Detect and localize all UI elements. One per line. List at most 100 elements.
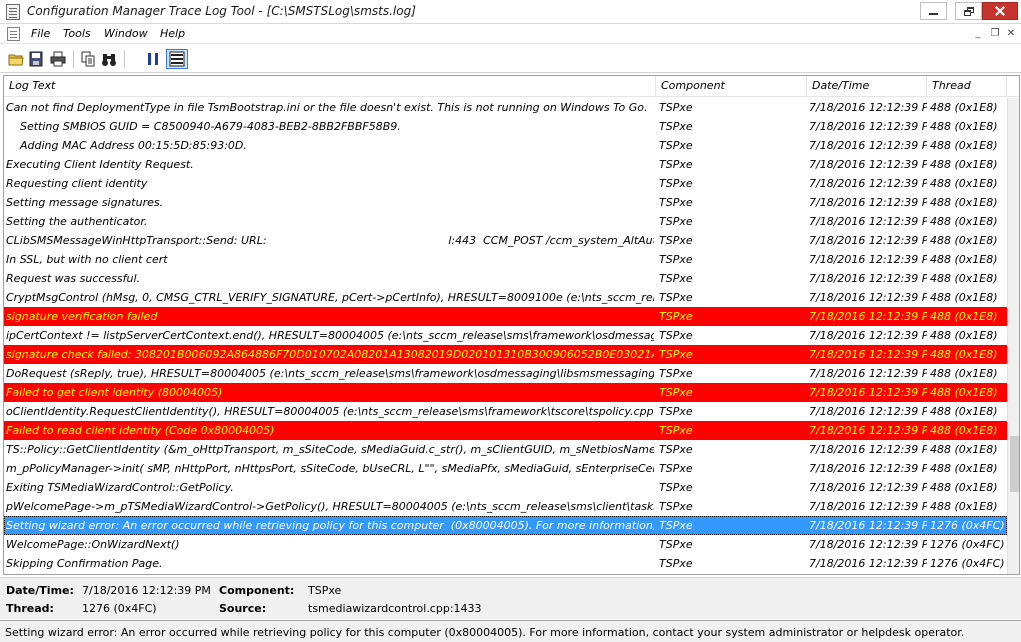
- details-pane: Date/Time: 7/18/2016 12:12:39 PM Compone…: [0, 577, 1021, 619]
- datetime-cell: 7/18/2016 12:12:39 PM: [809, 538, 927, 551]
- menu-file[interactable]: File: [31, 27, 50, 40]
- log-row[interactable]: Adding MAC Address 00:15:5D:85:93:0D. TSP…: [4, 136, 1007, 155]
- column-header-datetime[interactable]: Date/Time: [807, 76, 927, 97]
- component-cell: TSPxe: [659, 158, 693, 171]
- datetime-cell: 7/18/2016 12:12:39 PM: [809, 120, 927, 133]
- error-lines-toggle[interactable]: [166, 49, 188, 69]
- log-row[interactable]: Setting SMBIOS GUID = C8500940-A679-4083…: [4, 117, 1007, 136]
- log-text-cell: ipCertContext != listpServerCertContext.…: [6, 329, 654, 342]
- datetime-cell: 7/18/2016 12:12:39 PM: [809, 348, 927, 361]
- toolbar-separator: [73, 50, 74, 68]
- component-cell: TSPxe: [659, 386, 693, 399]
- log-row[interactable]: Requesting client identity TSPxe 7/18/2016…: [4, 174, 1007, 193]
- log-row[interactable]: pWelcomePage->m_pTSMediaWizardControl->G…: [4, 497, 1007, 516]
- restore-button[interactable]: [955, 2, 982, 20]
- trace-log-app-icon[interactable]: [6, 4, 20, 20]
- child-minimize-button[interactable]: _: [971, 27, 985, 40]
- log-row[interactable]: WelcomePage::OnWizardNext() TSPxe 7/18/201…: [4, 535, 1007, 554]
- child-restore-button[interactable]: ❐: [988, 27, 1002, 40]
- log-text-cell: Can not find DeploymentType in file TsmB…: [6, 101, 648, 114]
- menu-window[interactable]: Window: [104, 27, 148, 40]
- log-text-cell: Request was successful.: [6, 272, 141, 285]
- datetime-cell: 7/18/2016 12:12:39 PM: [809, 405, 927, 418]
- log-row[interactable]: Skipping Confirmation Page. TSPxe 7/18/201…: [4, 554, 1007, 573]
- component-cell: TSPxe: [659, 120, 693, 133]
- thread-cell: 488 (0x1E8): [930, 196, 998, 209]
- scrollbar-thumb[interactable]: [1010, 436, 1019, 492]
- copy-icon: [81, 51, 95, 67]
- datetime-cell: 7/18/2016 12:12:39 PM: [809, 443, 927, 456]
- log-row-error[interactable]: signature verification failed TSPxe 7/18/2…: [4, 307, 1007, 326]
- datetime-cell: 7/18/2016 12:12:39 PM: [809, 215, 927, 228]
- detail-source-label: Source:: [219, 602, 267, 615]
- log-row-error[interactable]: signature check failed: 308201B006092A86…: [4, 345, 1007, 364]
- component-cell: TSPxe: [659, 139, 693, 152]
- log-row[interactable]: m_pPolicyManager->init( sMP, nHttpPort, …: [4, 459, 1007, 478]
- vertical-scrollbar[interactable]: [1007, 98, 1019, 574]
- minimize-icon: [929, 13, 938, 15]
- log-row[interactable]: Exiting TSMediaWizardControl::GetPolicy.…: [4, 478, 1007, 497]
- column-header-log-text[interactable]: Log Text: [4, 76, 656, 97]
- log-row-selected[interactable]: Setting wizard error: An error occurred …: [4, 516, 1007, 535]
- copy-button[interactable]: [79, 50, 97, 68]
- datetime-cell: 7/18/2016 12:12:39 PM: [809, 291, 927, 304]
- log-text-cell: CLibSMSMessageWinHttpTransport::Send: UR…: [6, 234, 654, 247]
- log-row-error[interactable]: Failed to read client identity (Code 0x8…: [4, 421, 1007, 440]
- log-row[interactable]: In SSL, but with no client cert TSPxe 7/18…: [4, 250, 1007, 269]
- log-row-error[interactable]: Failed to get client identity (80004005)…: [4, 383, 1007, 402]
- component-cell: TSPxe: [659, 272, 693, 285]
- log-row[interactable]: Request was successful. TSPxe 7/18/2016 12…: [4, 269, 1007, 288]
- menu-tools[interactable]: Tools: [63, 27, 91, 40]
- log-row[interactable]: CryptMsgControl (hMsg, 0, CMSG_CTRL_VERI…: [4, 288, 1007, 307]
- log-row[interactable]: TS::Policy::GetClientIdentity (&m_oHttpT…: [4, 440, 1007, 459]
- open-button[interactable]: [7, 50, 25, 68]
- log-row[interactable]: Executing Client Identity Request. TSPxe 7…: [4, 155, 1007, 174]
- thread-cell: 488 (0x1E8): [930, 348, 998, 361]
- log-row[interactable]: CLibSMSMessageWinHttpTransport::Send: UR…: [4, 231, 1007, 250]
- thread-cell: 488 (0x1E8): [930, 386, 998, 399]
- thread-cell: 1276 (0x4FC): [930, 538, 1005, 551]
- pause-button[interactable]: [144, 50, 162, 68]
- component-cell: TSPxe: [659, 424, 693, 437]
- close-button[interactable]: [982, 2, 1018, 20]
- find-button[interactable]: [100, 50, 118, 68]
- open-folder-icon: [8, 54, 24, 66]
- datetime-cell: 7/18/2016 12:12:39 PM: [809, 234, 927, 247]
- log-text-cell: signature check failed: 308201B006092A86…: [6, 348, 654, 361]
- log-row[interactable]: Setting message signatures. TSPxe 7/18/201…: [4, 193, 1007, 212]
- log-row[interactable]: oClientIdentity.RequestClientIdentity(),…: [4, 402, 1007, 421]
- component-cell: TSPxe: [659, 234, 693, 247]
- log-row[interactable]: DoRequest (sReply, true), HRESULT=800040…: [4, 364, 1007, 383]
- column-header-component[interactable]: Component: [656, 76, 807, 97]
- component-cell: TSPxe: [659, 481, 693, 494]
- print-button[interactable]: [49, 50, 67, 68]
- menu-help[interactable]: Help: [160, 27, 185, 40]
- log-row[interactable]: Setting the authenticator. TSPxe 7/18/2016…: [4, 212, 1007, 231]
- column-header-thread[interactable]: Thread: [927, 76, 1007, 97]
- thread-cell: 488 (0x1E8): [930, 329, 998, 342]
- minimize-button[interactable]: [920, 2, 947, 20]
- thread-cell: 488 (0x1E8): [930, 367, 998, 380]
- datetime-cell: 7/18/2016 12:12:39 PM: [809, 424, 927, 437]
- datetime-cell: 7/18/2016 12:12:39 PM: [809, 139, 927, 152]
- log-text-cell: Adding MAC Address 00:15:5D:85:93:0D.: [6, 139, 247, 152]
- log-row[interactable]: ipCertContext != listpServerCertContext.…: [4, 326, 1007, 345]
- thread-cell: 488 (0x1E8): [930, 215, 998, 228]
- log-text-cell: Failed to get client identity (80004005): [6, 386, 223, 399]
- component-cell: TSPxe: [659, 557, 693, 570]
- restore-icon: [963, 6, 974, 16]
- save-button[interactable]: [27, 50, 45, 68]
- log-row[interactable]: Can not find DeploymentType in file TsmB…: [4, 98, 1007, 117]
- datetime-cell: 7/18/2016 12:12:39 PM: [809, 101, 927, 114]
- log-lines-icon: [169, 51, 185, 67]
- toolbar: [0, 45, 1021, 73]
- menu-bar: File Tools Window Help _ ❐ ✕: [0, 24, 1021, 44]
- log-text-cell: Executing Client Identity Request.: [6, 158, 194, 171]
- document-icon[interactable]: [7, 27, 20, 41]
- component-cell: TSPxe: [659, 538, 693, 551]
- log-text-cell: DoRequest (sReply, true), HRESULT=800040…: [6, 367, 654, 380]
- child-close-button[interactable]: ✕: [1004, 27, 1018, 40]
- log-text-cell: TS::Policy::GetClientIdentity (&m_oHttpT…: [6, 443, 654, 456]
- component-cell: TSPxe: [659, 177, 693, 190]
- component-cell: TSPxe: [659, 291, 693, 304]
